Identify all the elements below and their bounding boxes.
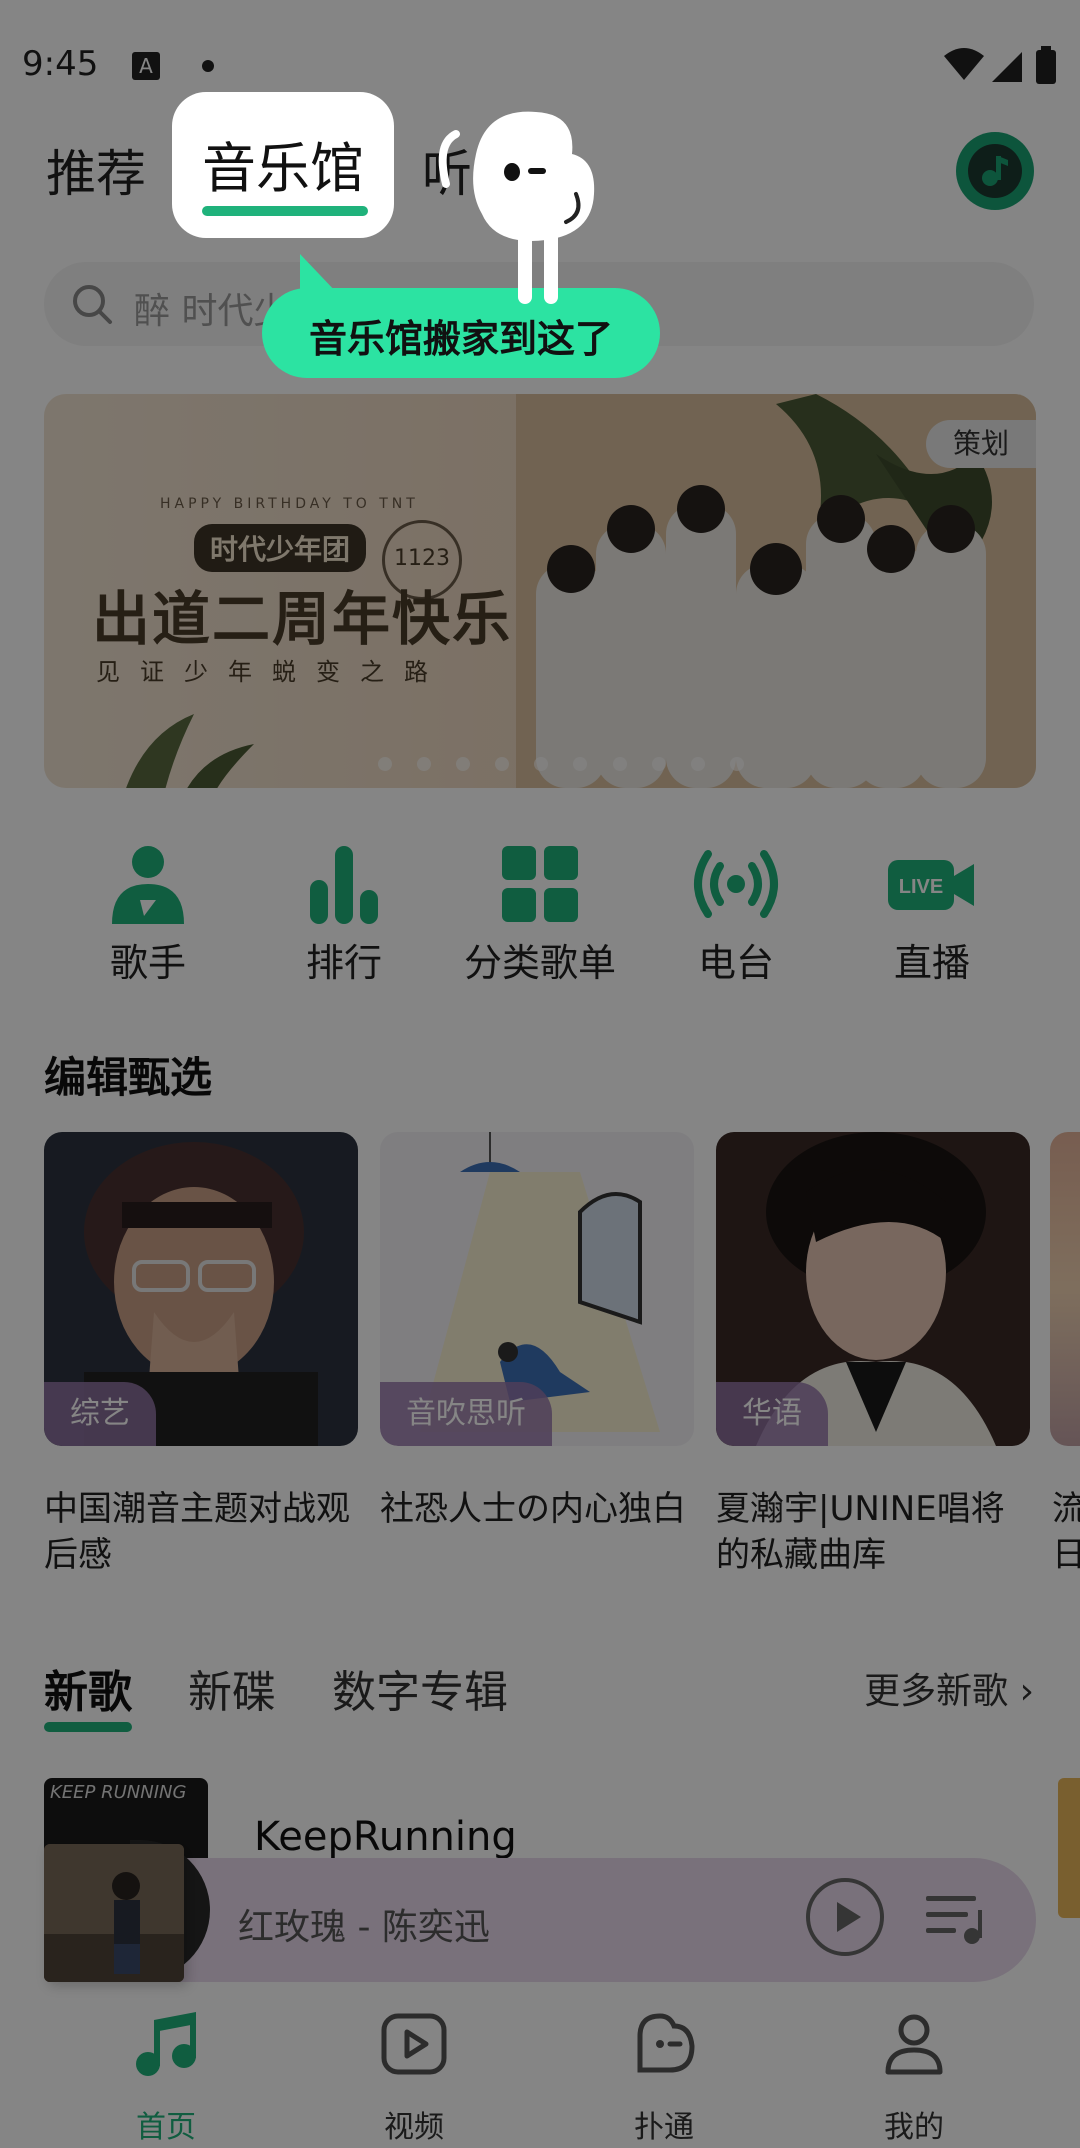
banner-dot (417, 757, 432, 771)
banner-dot (651, 757, 666, 771)
section-title-editors-pick: 编辑甄选 (44, 1053, 213, 1102)
category-label: 电台 (697, 941, 774, 985)
music-avatar-button[interactable] (956, 132, 1034, 210)
user-icon (885, 2014, 943, 2075)
banner-tag: 策划 (926, 420, 1036, 468)
category-live[interactable]: LIVE 直播 (832, 830, 1032, 1000)
live-icon: LIVE (888, 860, 974, 910)
category-label: 排行 (305, 941, 382, 985)
battery-icon (1036, 50, 1056, 84)
active-tab-indicator (44, 1722, 132, 1732)
nav-label: 视频 (384, 2110, 444, 2145)
more-new-songs-link[interactable]: 更多新歌 › (864, 1662, 1034, 1714)
banner-dot (612, 757, 627, 771)
bottom-nav: 首页 视频 扑通 我的 (0, 2000, 1080, 2148)
tab-music-hall: 音乐馆 (202, 137, 364, 200)
face-icon (637, 2013, 695, 2073)
banner-subtitle: HAPPY BIRTHDAY TO TNT (160, 496, 419, 512)
playlist-cover: 音吹思听 (380, 1132, 694, 1446)
editors-pick-cards: 综艺 中国潮音主题对战观后感 音吹思听 社恐人士の内心独白 华语 夏瀚宇|UNI… (0, 1132, 1080, 1592)
playlist-cover: 综艺 (44, 1132, 358, 1446)
radio-icon (694, 850, 778, 918)
mascot-icon (438, 111, 595, 304)
tooltip-text: 音乐馆搬家到这了 (308, 317, 613, 361)
status-time: 9:45 (22, 44, 99, 84)
banner-title: 出道二周年快乐 (92, 585, 513, 653)
play-button[interactable] (806, 1878, 884, 1956)
grid-icon (502, 846, 578, 922)
nav-label: 首页 (136, 2110, 196, 2145)
banner-group-name: 时代少年团 (194, 524, 367, 572)
now-playing-text: 红玫瑰 - 陈奕迅 (238, 1907, 490, 1948)
tab-new-songs[interactable]: 新歌 (44, 1656, 132, 1720)
card-title: 社恐人士の内心独白 (380, 1489, 686, 1529)
nav-label: 扑通 (634, 2110, 694, 2145)
music-note-icon (968, 144, 1022, 198)
playlist-icon[interactable] (926, 1892, 990, 1946)
banner[interactable]: HAPPY BIRTHDAY TO TNT 时代少年团 1123 出道二周年快乐… (44, 394, 1036, 788)
accessibility-icon: A (132, 52, 160, 80)
nav-video[interactable]: 视频 (324, 2000, 504, 2148)
wifi-icon (944, 48, 984, 80)
banner-caption: 见证少年蜕变之路 (96, 658, 448, 686)
nav-putong[interactable]: 扑通 (574, 2000, 754, 2148)
new-music-tabs: 新歌 新碟 数字专辑 更多新歌 › (0, 1656, 1080, 1736)
video-icon (381, 2013, 447, 2075)
banner-dot (690, 757, 705, 771)
banner-dot (729, 757, 744, 771)
live-icon-text: LIVE (899, 876, 943, 898)
playlist-card[interactable]: 音吹思听 社恐人士の内心独白 (380, 1132, 694, 1592)
notification-dot-icon (202, 60, 214, 72)
banner-dot (456, 757, 471, 771)
search-icon (73, 285, 112, 324)
category-row: 歌手 排行 分类歌单 电台 LIVE 直播 (0, 830, 1080, 1000)
nav-label: 我的 (884, 2110, 944, 2145)
category-chart[interactable]: 排行 (244, 830, 444, 1000)
play-icon (837, 1902, 861, 1932)
music-note-icon (136, 2012, 196, 2076)
more-new-songs-label: 更多新歌 (864, 1671, 1009, 1712)
category-playlists[interactable]: 分类歌单 (440, 830, 640, 1000)
playlist-card[interactable]: 综艺 中国潮音主题对战观后感 (44, 1132, 358, 1592)
banner-dot (495, 757, 510, 771)
tab-new-albums[interactable]: 新碟 (188, 1656, 276, 1720)
song-cover-partial[interactable] (1058, 1778, 1080, 1918)
song-title: KeepRunning (254, 1814, 517, 1860)
song-cover-text: KEEP RUNNING (50, 1782, 187, 1803)
active-tab-indicator (202, 206, 368, 216)
banner-dot (573, 757, 588, 771)
tab-recommend[interactable]: 推荐 (46, 134, 146, 206)
banner-dot (378, 757, 392, 771)
chevron-right-icon: › (1019, 1671, 1034, 1712)
signal-icon (992, 52, 1022, 82)
tab-digital-albums[interactable]: 数字专辑 (332, 1656, 508, 1720)
chart-icon (310, 846, 378, 924)
category-label: 直播 (893, 941, 970, 985)
category-radio[interactable]: 电台 (636, 830, 836, 1000)
singer-icon (112, 846, 184, 924)
card-tag: 音吹思听 (380, 1382, 552, 1446)
status-icons (944, 46, 1056, 84)
banner-pagination (378, 756, 764, 772)
card-title: 中国潮音主题对战观后感 (44, 1489, 350, 1575)
card-title: 夏瀚宇|UNINE唱将的私藏曲库 (716, 1489, 1005, 1575)
category-singer[interactable]: 歌手 (48, 830, 248, 1000)
banner-dot (534, 757, 549, 771)
card-title-partial: 流日 (1052, 1489, 1080, 1575)
playlist-cover: 华语 (716, 1132, 1030, 1446)
now-playing-cover[interactable] (44, 1844, 184, 1982)
plant-decoration (126, 714, 254, 788)
tab-music-hall-highlight[interactable]: 音乐馆 (172, 92, 394, 238)
nav-mine[interactable]: 我的 (824, 2000, 1004, 2148)
category-label: 歌手 (109, 941, 186, 985)
card-tag: 综艺 (44, 1382, 156, 1446)
playlist-card[interactable]: 华语 夏瀚宇|UNINE唱将的私藏曲库 (716, 1132, 1030, 1592)
nav-home[interactable]: 首页 (76, 2000, 256, 2148)
playlist-cover-partial[interactable] (1050, 1132, 1080, 1446)
category-label: 分类歌单 (463, 941, 616, 985)
card-tag: 华语 (716, 1382, 828, 1446)
